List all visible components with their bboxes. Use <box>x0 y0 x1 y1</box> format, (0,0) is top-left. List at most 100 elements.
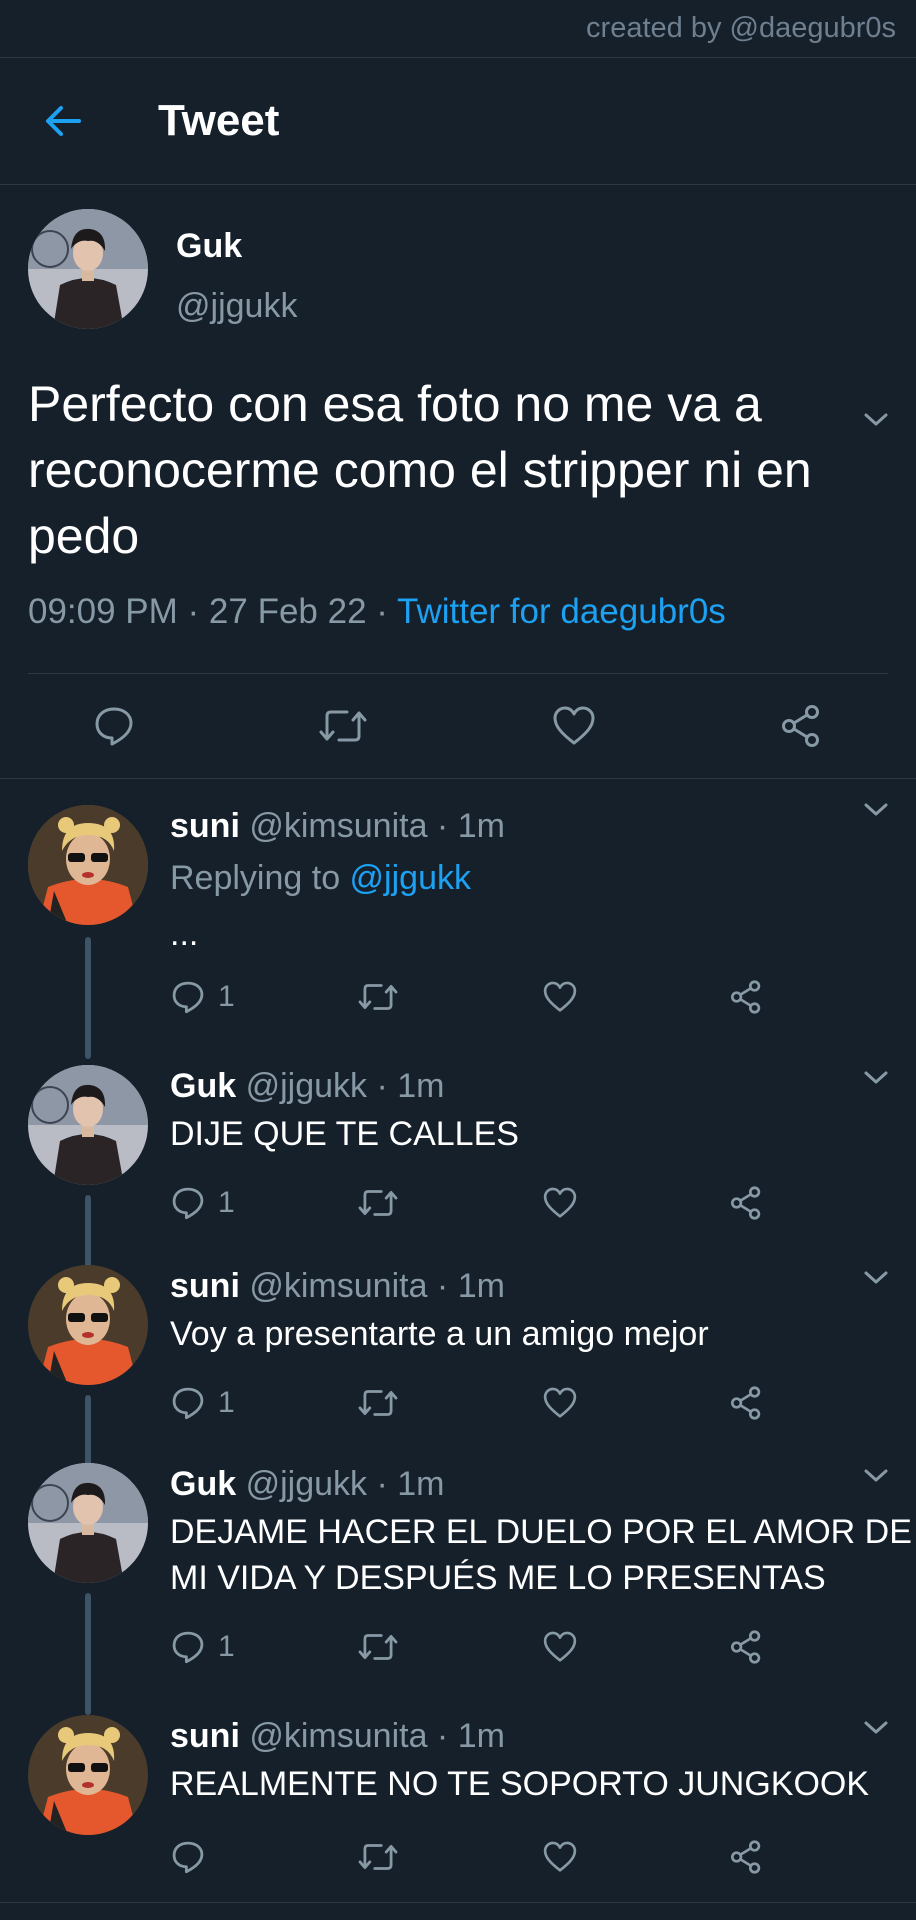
retweet-button[interactable] <box>356 1629 542 1665</box>
tweet-menu-button[interactable] <box>862 1069 890 1092</box>
share-icon <box>730 1386 761 1420</box>
retweet-button[interactable] <box>317 704 369 748</box>
reply-author-handle[interactable]: @kimsunita · 1m <box>249 1717 505 1755</box>
reply-count: 1 <box>218 1186 235 1219</box>
reply-body: Guk @jjgukk · 1m DEJAME HACER EL DUELO P… <box>170 1463 914 1707</box>
retweet-button[interactable] <box>356 979 542 1015</box>
avatar[interactable] <box>28 209 148 329</box>
author-row: Guk @jjgukk <box>28 209 888 329</box>
replying-to: Replying to @jjgukk <box>170 857 914 899</box>
heart-icon <box>543 1631 577 1662</box>
speech-bubble-icon <box>172 981 204 1014</box>
heart-icon <box>543 1387 577 1418</box>
reply-author-name[interactable]: suni <box>170 807 240 845</box>
arrow-left-icon <box>46 106 81 136</box>
reply-author-handle[interactable]: @kimsunita · 1m <box>249 807 505 845</box>
reply-author-name[interactable]: suni <box>170 1267 240 1305</box>
reply-author-handle[interactable]: @kimsunita · 1m <box>249 1267 505 1305</box>
tweet-menu-button[interactable] <box>862 1269 890 1292</box>
header: Tweet <box>0 58 916 185</box>
reply-button[interactable]: 1 <box>170 1185 356 1221</box>
heart-icon <box>543 1841 577 1872</box>
reply-header: Guk @jjgukk · 1m <box>170 1065 914 1107</box>
reply-author-handle[interactable]: @jjgukk · 1m <box>246 1067 445 1105</box>
reply-author-handle[interactable]: @jjgukk · 1m <box>246 1465 445 1503</box>
reply-header: Guk @jjgukk · 1m <box>170 1463 914 1505</box>
reply-body: Guk @jjgukk · 1m DIJE QUE TE CALLES 1 <box>170 1065 914 1249</box>
tweet-timestamp: 09:09 PM · 27 Feb 22 · <box>28 592 398 631</box>
like-button[interactable] <box>551 704 597 748</box>
author-name[interactable]: Guk <box>176 225 297 267</box>
reply-text: DEJAME HACER EL DUELO POR EL AMOR DE MI … <box>170 1513 912 1597</box>
like-button[interactable] <box>542 979 728 1015</box>
author-handle[interactable]: @jjgukk <box>176 285 297 327</box>
share-button[interactable] <box>728 1629 914 1665</box>
reply-text: ... <box>170 915 199 953</box>
reply-button[interactable] <box>92 704 136 748</box>
speech-bubble-icon <box>172 1187 204 1220</box>
retweet-icon <box>319 710 367 742</box>
like-button[interactable] <box>542 1839 728 1875</box>
reply-button[interactable]: 1 <box>170 1629 356 1665</box>
reply-author-name[interactable]: suni <box>170 1717 240 1755</box>
reply-actions: 1 <box>170 1373 914 1433</box>
retweet-button[interactable] <box>356 1385 542 1421</box>
chevron-down-icon <box>864 1469 888 1482</box>
like-button[interactable] <box>542 1185 728 1221</box>
share-button[interactable] <box>728 1839 914 1875</box>
share-button[interactable] <box>728 979 914 1015</box>
reply-header: suni @kimsunita · 1m <box>170 805 914 847</box>
share-icon <box>781 705 819 747</box>
reply-count: 1 <box>218 1630 235 1663</box>
reply-tweet[interactable]: suni @kimsunita · 1m Voy a presentarte a… <box>0 1249 916 1481</box>
reply-button[interactable] <box>170 1839 356 1875</box>
thread-line <box>85 1593 91 1715</box>
avatar[interactable] <box>28 1065 148 1185</box>
watermark-text: created by @daegubr0s <box>586 12 896 44</box>
back-button[interactable] <box>40 98 86 144</box>
avatar[interactable] <box>28 805 148 925</box>
heart-icon <box>543 1187 577 1218</box>
reply-actions: 1 <box>170 1617 914 1677</box>
reply-actions <box>170 1827 914 1887</box>
replying-to-mention[interactable]: @jjgukk <box>350 859 471 897</box>
reply-text: REALMENTE NO TE SOPORTO JUNGKOOK <box>170 1765 870 1803</box>
reply-button[interactable]: 1 <box>170 1385 356 1421</box>
speech-bubble-icon <box>172 1841 204 1874</box>
tweet-menu-button[interactable] <box>862 801 890 824</box>
reply-button[interactable]: 1 <box>170 979 356 1015</box>
reply-body: suni @kimsunita · 1m REALMENTE NO TE SOP… <box>170 1715 914 1917</box>
tweet-meta: 09:09 PM · 27 Feb 22 · Twitter for daegu… <box>28 589 888 635</box>
reply-author-name[interactable]: Guk <box>170 1465 236 1503</box>
reply-tweet[interactable]: suni @kimsunita · 1m Replying to @jjgukk… <box>0 779 916 1059</box>
share-button[interactable] <box>728 1185 914 1221</box>
tweet-menu-button[interactable] <box>862 411 890 434</box>
share-icon <box>730 1840 761 1874</box>
reply-text: Voy a presentarte a un amigo mejor <box>170 1315 709 1353</box>
like-button[interactable] <box>542 1385 728 1421</box>
reply-tweet[interactable]: Guk @jjgukk · 1m DEJAME HACER EL DUELO P… <box>0 1457 916 1715</box>
retweet-icon <box>358 1390 398 1416</box>
retweet-icon <box>358 1634 398 1660</box>
reply-author-name[interactable]: Guk <box>170 1067 236 1105</box>
reply-tweet[interactable]: suni @kimsunita · 1m REALMENTE NO TE SOP… <box>0 1707 916 1917</box>
reply-left <box>28 805 148 1059</box>
avatar[interactable] <box>28 1265 148 1385</box>
reply-tweet[interactable]: Guk @jjgukk · 1m DIJE QUE TE CALLES 1 <box>0 1041 916 1275</box>
tweet-menu-button[interactable] <box>862 1467 890 1490</box>
tweet-page: created by @daegubr0s Tweet Guk @jjgukk … <box>0 0 916 1920</box>
tweet-source-link[interactable]: Twitter for daegubr0s <box>397 592 726 631</box>
share-icon <box>730 1630 761 1664</box>
avatar[interactable] <box>28 1715 148 1835</box>
avatar[interactable] <box>28 1463 148 1583</box>
reply-left <box>28 1065 148 1275</box>
chevron-down-icon <box>864 1721 888 1734</box>
retweet-button[interactable] <box>356 1839 542 1875</box>
replying-to-label: Replying to <box>170 859 350 897</box>
share-button[interactable] <box>728 1385 914 1421</box>
tweet-actions <box>28 674 888 778</box>
tweet-menu-button[interactable] <box>862 1719 890 1742</box>
retweet-button[interactable] <box>356 1185 542 1221</box>
share-button[interactable] <box>778 703 824 749</box>
like-button[interactable] <box>542 1629 728 1665</box>
